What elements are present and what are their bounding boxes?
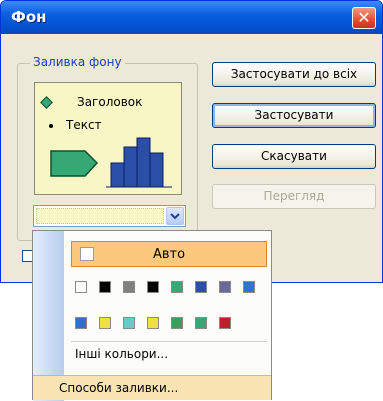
menu-divider [71, 341, 267, 342]
color-swatch[interactable] [99, 317, 111, 329]
chart-bar [149, 152, 164, 188]
auto-color-option[interactable]: Авто [71, 241, 267, 267]
dialog-title: Фон [11, 8, 47, 26]
close-button[interactable]: ✕ [352, 7, 376, 29]
more-colors-label: Інші кольори... [75, 347, 169, 361]
color-dropdown-menu: Авто Інші кольори... Способи заливки... [32, 230, 272, 401]
color-swatch[interactable] [171, 317, 183, 329]
color-swatch[interactable] [219, 317, 231, 329]
color-swatch[interactable] [75, 281, 87, 293]
chart-bar [136, 137, 151, 188]
color-swatch[interactable] [123, 281, 135, 293]
apply-button[interactable]: Застосувати [212, 103, 376, 128]
fill-effects-label: Способи заливки... [59, 381, 179, 395]
color-swatch[interactable] [147, 317, 159, 329]
color-swatch[interactable] [195, 317, 207, 329]
preview-graphics [50, 137, 172, 188]
color-swatch[interactable] [195, 281, 207, 293]
fill-color-combo[interactable] [33, 205, 186, 227]
color-swatch[interactable] [219, 281, 231, 293]
color-swatch[interactable] [243, 281, 255, 293]
apply-to-all-button[interactable]: Застосувати до всіх [212, 62, 376, 87]
chart-bar [123, 146, 138, 188]
color-swatch[interactable] [171, 281, 183, 293]
fill-effects-option[interactable]: Способи заливки... [33, 375, 271, 400]
selected-color-swatch [36, 208, 164, 224]
group-legend: Заливка фону [30, 55, 125, 69]
title-bar[interactable]: Фон ✕ [1, 1, 382, 34]
more-colors-option[interactable]: Інші кольори... [75, 347, 168, 361]
preview-button[interactable]: Перегляд [212, 184, 376, 209]
color-swatch[interactable] [75, 317, 87, 329]
cancel-button[interactable]: Скасувати [212, 144, 376, 169]
chevron-down-icon [170, 213, 180, 220]
auto-color-label: Авто [152, 247, 186, 262]
color-swatch[interactable] [99, 281, 111, 293]
close-icon: ✕ [357, 8, 371, 27]
slide-preview: Заголовок Текст [34, 82, 182, 195]
color-swatch[interactable] [147, 281, 159, 293]
chart-bar [110, 162, 125, 188]
color-swatch[interactable] [123, 317, 135, 329]
dropdown-button[interactable] [166, 207, 184, 225]
arrow-shape-icon [50, 150, 99, 177]
